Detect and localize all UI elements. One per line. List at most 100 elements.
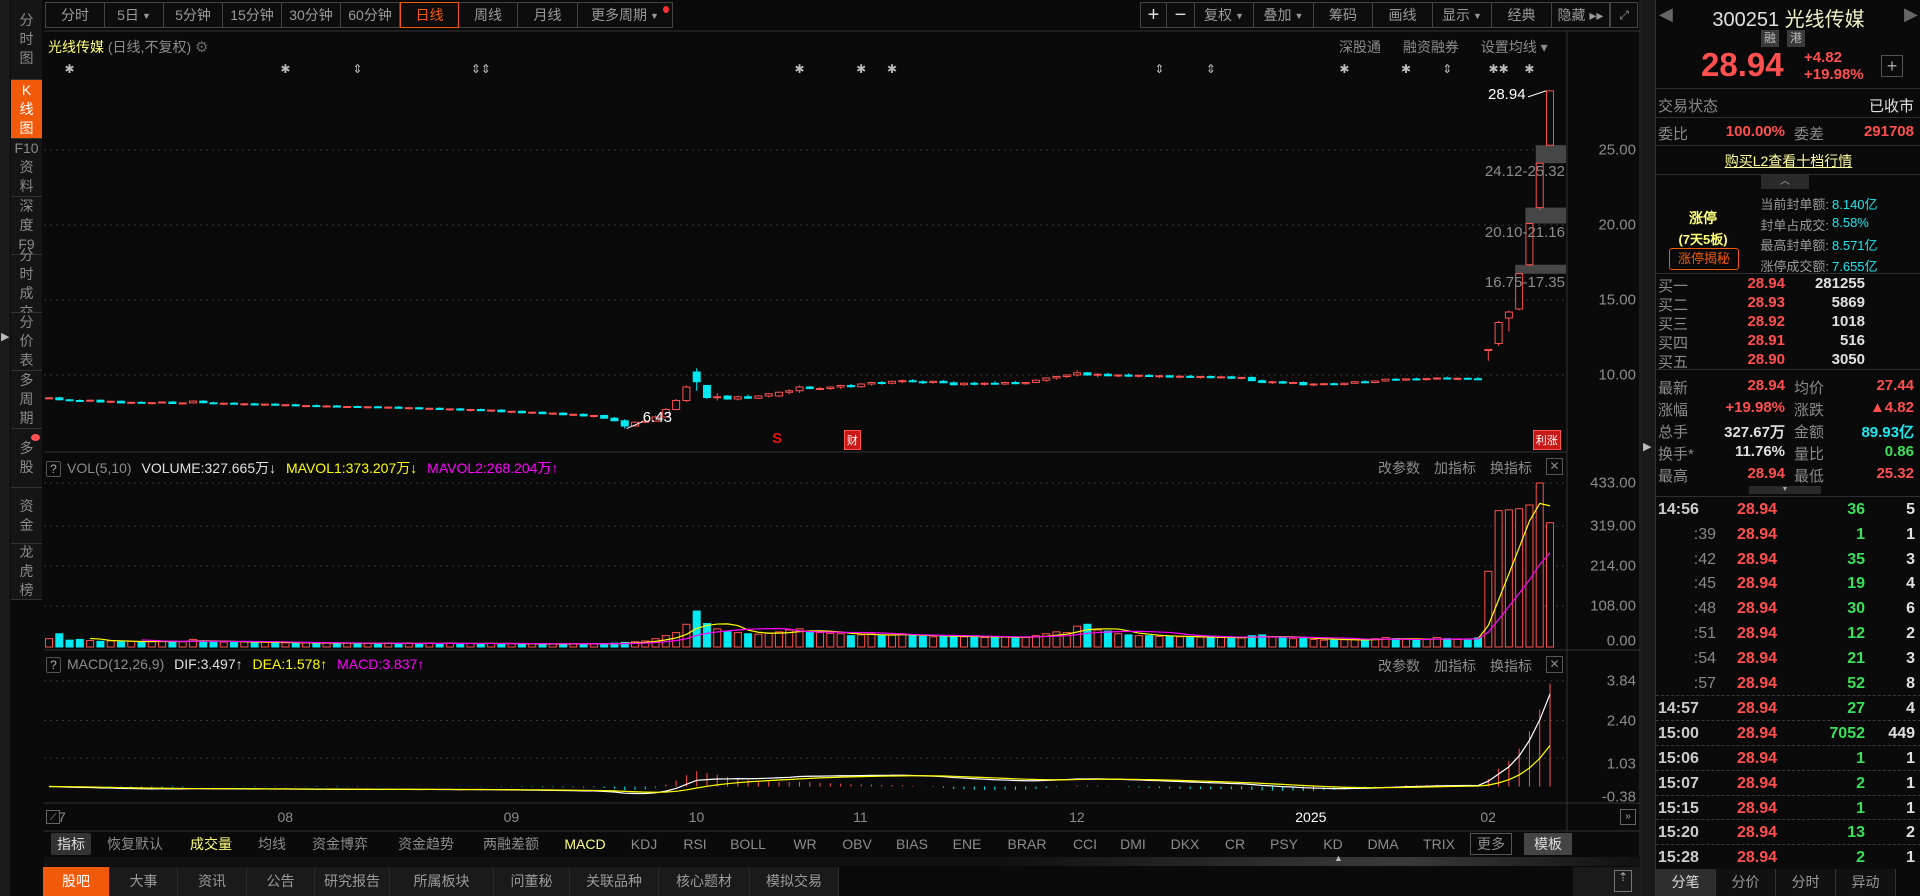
indicator-tab-22[interactable]: DMA: [1367, 833, 1398, 855]
period-tab-3[interactable]: 15分钟: [223, 2, 282, 28]
indicator-tab-6[interactable]: 两融差额: [483, 833, 539, 855]
bottom-tab-0[interactable]: 股吧: [43, 867, 110, 896]
link-shenguotong[interactable]: 深股通: [1339, 39, 1381, 55]
sidebar-item-9[interactable]: 龙虎榜: [11, 544, 42, 600]
info-badge[interactable]: 财: [843, 430, 861, 450]
right-tab-1[interactable]: 分价: [1716, 869, 1776, 896]
info-badge[interactable]: S: [772, 430, 782, 447]
tool-button-6[interactable]: 显示 ▼: [1433, 2, 1492, 28]
sidebar-item-7[interactable]: 多股: [11, 429, 42, 488]
tool-button-4[interactable]: 筹码: [1314, 2, 1373, 28]
indicator-tab-15[interactable]: BRAR: [1008, 833, 1047, 855]
help-button[interactable]: ?: [46, 657, 61, 673]
bottom-tab-6[interactable]: 问董秘: [494, 867, 570, 896]
indicator-tab-10[interactable]: BOLL: [730, 833, 766, 855]
indicator-tab-1[interactable]: 恢复默认: [107, 833, 163, 855]
pane-action-2[interactable]: 换指标: [1490, 656, 1532, 676]
pane-action-0[interactable]: 改参数: [1378, 458, 1420, 478]
indicator-tab-25[interactable]: 模板: [1524, 833, 1572, 855]
tool-button-3[interactable]: 叠加 ▼: [1254, 2, 1314, 28]
bottom-tab-8[interactable]: 核心题材: [659, 867, 750, 896]
indicator-tab-21[interactable]: KD: [1323, 833, 1342, 855]
bottom-tab-7[interactable]: 关联品种: [570, 867, 659, 896]
right-tab-2[interactable]: 分时: [1776, 869, 1836, 896]
indicator-tab-0[interactable]: 指标: [51, 833, 91, 855]
pane-action-0[interactable]: 改参数: [1378, 656, 1420, 676]
sidebar-item-1[interactable]: K线图: [11, 80, 42, 139]
indicator-tab-23[interactable]: TRIX: [1423, 833, 1455, 855]
tool-button-0[interactable]: +: [1140, 2, 1167, 28]
bid-price[interactable]: 28.93: [1716, 294, 1785, 311]
indicator-tab-2[interactable]: 成交量: [190, 833, 232, 855]
expand-tab[interactable]: ▼: [1749, 486, 1821, 494]
indicator-tab-13[interactable]: BIAS: [896, 833, 928, 855]
indicator-tab-3[interactable]: 均线: [258, 833, 286, 855]
tool-button-7[interactable]: 经典: [1492, 2, 1552, 28]
pane-action-2[interactable]: 换指标: [1490, 458, 1532, 478]
period-tab-8[interactable]: 月线: [518, 2, 578, 28]
indicator-tab-14[interactable]: ENE: [953, 833, 982, 855]
buy-l2-link[interactable]: 购买L2查看十档行情: [1656, 151, 1920, 171]
indicator-tab-17[interactable]: DMI: [1120, 833, 1146, 855]
panel-splitter[interactable]: ▲: [44, 853, 1640, 866]
indicator-tab-5[interactable]: 资金趋势: [398, 833, 454, 855]
bottom-tab-1[interactable]: 大事: [110, 867, 178, 896]
info-badge[interactable]: 利涨: [1532, 430, 1561, 450]
scroll-right-icon[interactable]: »: [1620, 809, 1636, 825]
help-button[interactable]: ?: [46, 461, 61, 477]
bottom-tab-3[interactable]: 公告: [247, 867, 315, 896]
indicator-tab-12[interactable]: OBV: [842, 833, 872, 855]
indicator-tab-19[interactable]: CR: [1225, 833, 1245, 855]
bottom-tab-5[interactable]: 所属板块: [390, 867, 494, 896]
right-tab-3[interactable]: 异动: [1836, 869, 1896, 896]
indicator-tab-20[interactable]: PSY: [1270, 833, 1298, 855]
bid-price[interactable]: 28.92: [1716, 313, 1785, 330]
zoom-reset-icon[interactable]: ⟋: [46, 810, 60, 824]
right-collapse-strip[interactable]: ▶: [1641, 0, 1655, 896]
indicator-tab-7[interactable]: MACD: [564, 833, 605, 855]
indicator-tab-4[interactable]: 资金博弈: [312, 833, 368, 855]
pane-action-1[interactable]: 加指标: [1434, 458, 1476, 478]
close-pane-icon[interactable]: ✕: [1546, 656, 1563, 673]
tool-button-5[interactable]: 画线: [1373, 2, 1433, 28]
bottom-tab-9[interactable]: 模拟交易: [750, 867, 839, 896]
sidebar-item-8[interactable]: 资金: [11, 488, 42, 544]
bid-price[interactable]: 28.94: [1716, 275, 1785, 292]
bid-price[interactable]: 28.91: [1716, 332, 1785, 349]
set-ma-dropdown[interactable]: 设置均线 ▾: [1481, 39, 1548, 55]
sidebar-item-2[interactable]: F10 资料: [11, 139, 42, 197]
right-tab-0[interactable]: 分笔: [1656, 869, 1716, 896]
sidebar-item-4[interactable]: 分时成交: [11, 247, 42, 320]
period-tab-4[interactable]: 30分钟: [282, 2, 341, 28]
indicator-tab-11[interactable]: WR: [793, 833, 816, 855]
tool-button-2[interactable]: 复权 ▼: [1195, 2, 1254, 28]
indicator-tab-18[interactable]: DKX: [1171, 833, 1200, 855]
period-tab-2[interactable]: 5分钟: [164, 2, 223, 28]
left-collapse-strip[interactable]: ▶: [0, 0, 10, 896]
sidebar-item-6[interactable]: 多周期: [11, 371, 42, 429]
period-tab-5[interactable]: 60分钟: [341, 2, 400, 28]
link-margin[interactable]: 融资融券: [1403, 39, 1459, 55]
sidebar-item-0[interactable]: 分时图: [11, 0, 42, 80]
period-tab-1[interactable]: 5日 ▼: [105, 2, 164, 28]
sidebar-item-5[interactable]: 分价表: [11, 313, 42, 371]
settings-gear-icon[interactable]: ⚙: [195, 39, 208, 56]
limit-up-reveal-button[interactable]: 涨停揭秘: [1669, 248, 1739, 270]
bottom-tab-2[interactable]: 资讯: [178, 867, 247, 896]
pane-action-1[interactable]: 加指标: [1434, 656, 1476, 676]
popout-icon[interactable]: ⇡: [1614, 870, 1632, 892]
collapse-tab[interactable]: ︿: [1761, 175, 1809, 189]
close-pane-icon[interactable]: ✕: [1546, 458, 1563, 475]
bid-price[interactable]: 28.90: [1716, 351, 1785, 368]
period-tab-7[interactable]: 周线: [459, 2, 518, 28]
bottom-tab-4[interactable]: 研究报告: [315, 867, 390, 896]
tool-button-8[interactable]: 隐藏 ▸▸: [1552, 2, 1610, 28]
period-tab-0[interactable]: 分时: [45, 2, 105, 28]
period-tab-6[interactable]: 日线: [400, 2, 459, 28]
indicator-tab-24[interactable]: 更多: [1470, 833, 1512, 855]
fullscreen-button[interactable]: ⤢: [1610, 2, 1638, 28]
indicator-tab-8[interactable]: KDJ: [631, 833, 657, 855]
tool-button-1[interactable]: −: [1167, 2, 1195, 28]
add-watchlist-button[interactable]: +: [1881, 55, 1903, 77]
indicator-tab-16[interactable]: CCI: [1073, 833, 1097, 855]
